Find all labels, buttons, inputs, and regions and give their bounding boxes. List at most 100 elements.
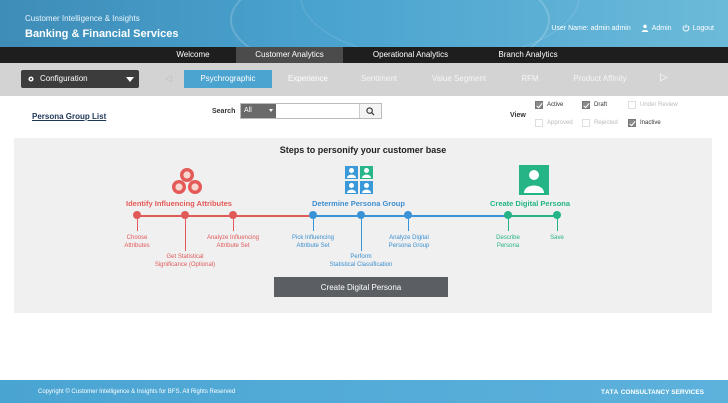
chevron-down-icon [269, 109, 273, 112]
app-subtitle: Customer Intelligence & Insights [25, 14, 140, 23]
step-dot [181, 211, 189, 219]
admin-link[interactable]: Admin [641, 24, 672, 32]
tab-customer-analytics[interactable]: Customer Analytics [236, 47, 343, 63]
checkbox-unchecked [582, 119, 590, 127]
subtab-value-segment[interactable]: Value Segment [422, 70, 496, 88]
gear-icon [28, 76, 34, 82]
step-analyze-persona-group: Analyze Digital Persona Group [376, 234, 442, 250]
step-analyze-attribute-set: Analyze Influencing Attribute Set [198, 234, 268, 250]
subtab-experience[interactable]: Experience [280, 70, 336, 88]
header-decoration [300, 0, 580, 47]
checkbox-unchecked [628, 101, 636, 109]
logout-label: Logout [692, 24, 714, 32]
step-connector [137, 219, 138, 231]
search-box: All [240, 103, 382, 119]
subtab-psychrographic[interactable]: Psychrographic [184, 70, 272, 88]
step-dot [553, 211, 561, 219]
stage-determine-group: Determine Persona Group [312, 199, 405, 208]
step-label-line: Analyze Influencing [206, 235, 260, 241]
stage-create-persona: Create Digital Persona [490, 199, 571, 208]
step-label-line: Save [550, 235, 564, 241]
sub-nav: Configuration ◁ Psychrographic Experienc… [0, 63, 728, 96]
checkbox-unchecked [535, 119, 543, 127]
checkbox-label: Rejected [594, 120, 618, 126]
view-active-checkbox[interactable]: Active [535, 101, 563, 109]
copyright-text: Copyright © Customer Intelligence & Insi… [38, 389, 236, 395]
step-describe-persona: Describe Persona [483, 234, 533, 250]
step-connector [508, 219, 509, 231]
tab-welcome[interactable]: Welcome [150, 47, 236, 63]
scroll-left-icon[interactable]: ◁ [165, 73, 172, 84]
step-statistical-classification: Perform Statistical Classification [318, 253, 404, 269]
digital-persona-icon [519, 165, 549, 195]
step-dot [229, 211, 237, 219]
checkbox-label: Draft [594, 102, 608, 108]
persona-group-icon [345, 166, 373, 194]
steps-panel: Steps to personify your customer base Id… [14, 138, 712, 313]
step-label-line: Persona Group [388, 243, 430, 249]
step-label-line: Statistical Classification [329, 262, 393, 268]
step-label-line: Persona [496, 243, 520, 249]
step-dot [404, 211, 412, 219]
track-red [137, 215, 312, 217]
step-pick-attribute-set: Pick Influencing Attribute Set [280, 234, 346, 250]
step-label-line: Get Statistical [166, 254, 204, 260]
step-dot [133, 211, 141, 219]
step-label-line: Attribute Set [296, 243, 330, 249]
step-connector [361, 219, 362, 251]
checkbox-label: Inactive [640, 120, 661, 126]
checkbox-label: Approved [547, 120, 573, 126]
step-connector [313, 219, 314, 231]
step-label-line: Describe [496, 235, 520, 241]
step-label-line: Perform [350, 254, 372, 260]
search-filter-value: All [244, 107, 252, 114]
user-area: User Name: admin admin Admin Logout [551, 24, 714, 32]
step-statistical-significance: Get Statistical Significance (Optional) [145, 253, 225, 269]
search-button[interactable] [359, 104, 381, 118]
step-save: Save [537, 234, 577, 242]
configuration-dropdown[interactable]: Configuration [21, 70, 139, 88]
search-label: Search [212, 108, 236, 115]
brand-bold: TATA [600, 389, 619, 396]
checkbox-checked [535, 101, 543, 109]
tab-branch-analytics[interactable]: Branch Analytics [478, 47, 578, 63]
search-input[interactable] [278, 104, 358, 118]
view-draft-checkbox[interactable]: Draft [582, 101, 607, 109]
admin-label: Admin [651, 24, 672, 32]
persona-group-list-link[interactable]: Persona Group List [32, 112, 106, 121]
logout-link[interactable]: Logout [682, 24, 714, 32]
search-filter-select[interactable]: All [241, 104, 276, 118]
subtab-rfm[interactable]: RFM [508, 70, 552, 88]
track-green [509, 215, 558, 217]
configuration-label: Configuration [40, 74, 88, 83]
step-connector [557, 219, 558, 231]
stage-identify-attributes: Identify Influencing Attributes [126, 199, 232, 208]
step-label-line: Attributes [124, 243, 150, 249]
step-choose-attributes: Choose Attributes [107, 234, 167, 250]
view-label: View [510, 112, 526, 119]
step-connector [408, 219, 409, 231]
brand-rest: CONSULTANCY SERVICES [620, 389, 704, 396]
view-approved-checkbox[interactable]: Approved [535, 119, 573, 127]
step-connector [233, 219, 234, 231]
step-label-line: Choose [126, 235, 148, 241]
tab-operational-analytics[interactable]: Operational Analytics [343, 47, 478, 63]
view-under-review-checkbox[interactable]: Under Review [628, 101, 678, 109]
view-inactive-checkbox[interactable]: Inactive [628, 119, 661, 127]
influencing-attributes-icon [172, 168, 202, 194]
step-dot [357, 211, 365, 219]
checkbox-label: Under Review [640, 102, 678, 108]
chevron-down-icon [126, 77, 134, 82]
scroll-right-icon[interactable]: ▷ [660, 72, 668, 83]
main-nav: Welcome Customer Analytics Operational A… [0, 47, 728, 63]
subtab-product-affinity[interactable]: Product Affinity [562, 70, 638, 88]
checkbox-checked [582, 101, 590, 109]
view-rejected-checkbox[interactable]: Rejected [582, 119, 618, 127]
subtab-sentiment[interactable]: Sentiment [350, 70, 408, 88]
power-icon [682, 24, 689, 32]
step-connector [185, 219, 186, 251]
step-dot [309, 211, 317, 219]
app-title: Banking & Financial Services [25, 28, 179, 40]
user-name: User Name: admin admin [551, 24, 631, 32]
create-digital-persona-button[interactable]: Create Digital Persona [274, 277, 448, 297]
